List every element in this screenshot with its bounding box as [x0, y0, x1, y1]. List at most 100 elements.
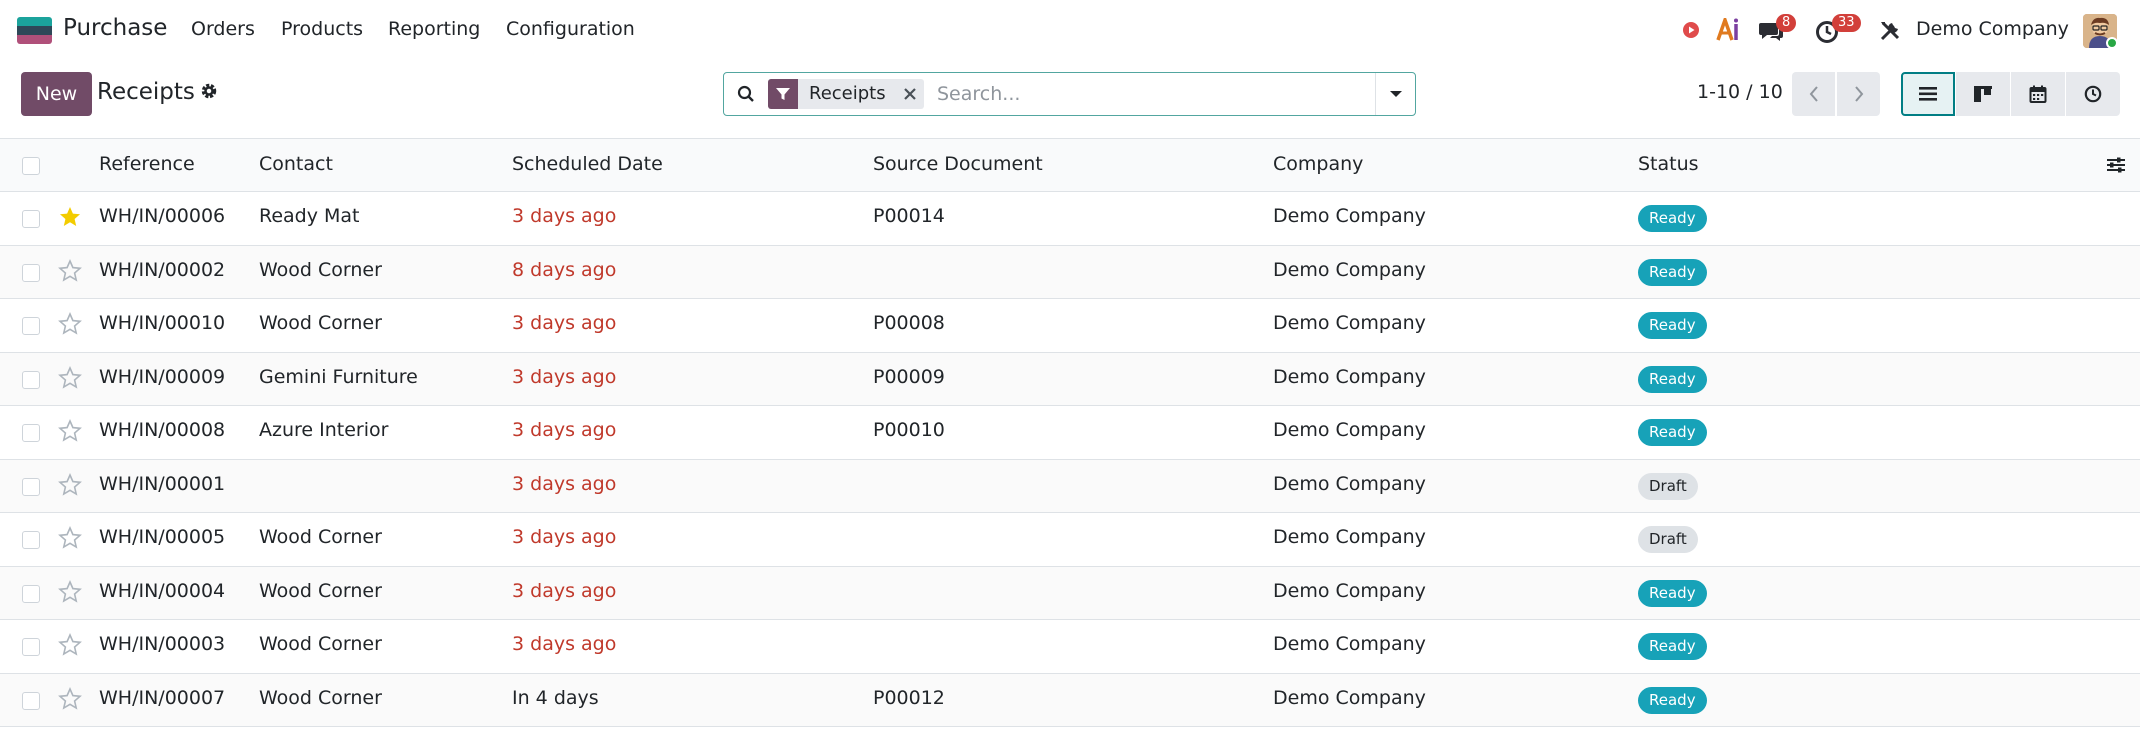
search-options-toggle[interactable]	[1375, 73, 1415, 115]
cell-reference: WH/IN/00009	[99, 365, 226, 388]
status-badge: Ready	[1638, 579, 1707, 607]
tools-icon[interactable]	[1879, 20, 1901, 47]
status-badge: Draft	[1638, 472, 1698, 500]
star-icon[interactable]	[58, 258, 82, 288]
star-icon[interactable]	[58, 579, 82, 609]
table-row[interactable]: WH/IN/00006 Ready Mat 3 days ago P00014 Demo…	[0, 192, 2140, 246]
cell-reference: WH/IN/00001	[99, 472, 226, 495]
column-scheduled-date[interactable]: Scheduled Date	[512, 153, 663, 175]
star-icon[interactable]	[58, 686, 82, 716]
star-filled-icon[interactable]	[58, 205, 82, 234]
row-checkbox[interactable]	[22, 424, 40, 442]
menu-configuration[interactable]: Configuration	[506, 18, 635, 40]
pager-next-button[interactable]	[1837, 72, 1880, 116]
cell-scheduled-date: 3 days ago	[512, 579, 617, 602]
menu-products[interactable]: Products	[281, 18, 363, 40]
table-row[interactable]: WH/IN/00007 Wood Corner In 4 days P00012 Dem…	[0, 673, 2140, 727]
pager-value[interactable]: 1-10 / 10	[1697, 81, 1783, 103]
cell-reference: WH/IN/00002	[99, 258, 226, 281]
gear-icon[interactable]	[200, 82, 218, 105]
cell-scheduled-date: In 4 days	[512, 686, 599, 709]
cell-contact: Gemini Furniture	[259, 365, 418, 388]
cell-source-document: P00012	[873, 686, 945, 709]
activity-view-button[interactable]	[2066, 72, 2120, 116]
table-row[interactable]: WH/IN/00002 Wood Corner 8 days ago Demo Com…	[0, 245, 2140, 299]
cell-contact: Azure Interior	[259, 419, 389, 441]
new-button[interactable]: New	[21, 72, 92, 116]
cell-contact: Wood Corner	[259, 312, 382, 334]
cell-scheduled-date: 3 days ago	[512, 472, 617, 495]
kanban-view-button[interactable]	[1956, 72, 2010, 116]
row-checkbox[interactable]	[22, 584, 40, 603]
menu-reporting[interactable]: Reporting	[388, 18, 480, 40]
table-row[interactable]: WH/IN/00010 Wood Corner 3 days ago P00008 De…	[0, 299, 2140, 353]
table-row[interactable]: WH/IN/00008 Azure Interior 3 days ago P0001…	[0, 406, 2140, 460]
cell-source-document: P00009	[873, 365, 945, 388]
search-input[interactable]	[937, 79, 1337, 109]
table-row[interactable]: WH/IN/00001 3 days ago Demo Company Draft	[0, 459, 2140, 513]
star-icon[interactable]	[58, 365, 82, 395]
facet-label: Receipts	[809, 83, 886, 104]
cell-source-document: P00008	[873, 312, 945, 334]
list-view-button[interactable]	[1901, 72, 1955, 116]
row-checkbox[interactable]	[22, 370, 40, 389]
table-row[interactable]: WH/IN/00005 Wood Corner 3 days ago Demo Com…	[0, 513, 2140, 567]
cell-company: Demo Company	[1273, 579, 1426, 602]
cell-reference: WH/IN/00006	[99, 205, 226, 227]
list-icon	[1919, 87, 1937, 101]
row-checkbox[interactable]	[22, 531, 40, 549]
column-company[interactable]: Company	[1273, 153, 1363, 175]
status-badge: Ready	[1638, 419, 1707, 446]
list-header: Reference Contact Scheduled Date Source …	[0, 138, 2140, 192]
activities-badge: 33	[1832, 14, 1861, 32]
cell-scheduled-date: 3 days ago	[512, 633, 617, 655]
row-checkbox[interactable]	[22, 477, 40, 496]
cell-scheduled-date: 3 days ago	[512, 205, 617, 227]
calendar-view-button[interactable]	[2011, 72, 2065, 116]
cell-source-document: P00010	[873, 419, 945, 441]
cell-company: Demo Company	[1273, 419, 1426, 441]
status-badge: Ready	[1638, 633, 1707, 660]
cell-scheduled-date: 3 days ago	[512, 419, 617, 441]
column-status[interactable]: Status	[1638, 153, 1699, 175]
menu-orders[interactable]: Orders	[191, 18, 255, 40]
row-checkbox[interactable]	[22, 691, 40, 710]
optional-columns-icon[interactable]	[2106, 156, 2126, 179]
app-name[interactable]: Purchase	[63, 15, 167, 41]
status-badge: Draft	[1638, 526, 1698, 553]
search-icon[interactable]	[737, 85, 755, 108]
star-icon[interactable]	[58, 526, 82, 555]
row-checkbox[interactable]	[22, 263, 40, 282]
cell-scheduled-date: 3 days ago	[512, 526, 617, 548]
ai-icon[interactable]	[1716, 14, 1742, 47]
cell-reference: WH/IN/00004	[99, 579, 226, 602]
status-badge: Ready	[1638, 312, 1707, 339]
select-all-checkbox[interactable]	[22, 157, 40, 175]
star-icon[interactable]	[58, 312, 82, 341]
close-icon[interactable]	[896, 79, 924, 109]
column-source-document[interactable]: Source Document	[873, 153, 1043, 175]
star-icon[interactable]	[58, 472, 82, 502]
table-row[interactable]: WH/IN/00004 Wood Corner 3 days ago Demo Com…	[0, 566, 2140, 620]
apps-menu-icon[interactable]	[17, 17, 52, 44]
top-navbar: Purchase Orders Products Reporting Confi…	[0, 0, 2140, 60]
record-icon[interactable]	[1682, 21, 1700, 44]
row-checkbox[interactable]	[22, 317, 40, 335]
star-icon[interactable]	[58, 633, 82, 662]
status-badge: Ready	[1638, 258, 1707, 286]
cell-source-document: P00014	[873, 205, 945, 227]
online-status-dot	[2106, 37, 2118, 49]
table-row[interactable]: WH/IN/00003 Wood Corner 3 days ago Demo Com…	[0, 620, 2140, 674]
table-row[interactable]: WH/IN/00009 Gemini Furniture 3 days ago P00…	[0, 352, 2140, 406]
company-switcher[interactable]: Demo Company	[1916, 18, 2069, 40]
column-reference[interactable]: Reference	[99, 153, 195, 175]
row-checkbox[interactable]	[22, 210, 40, 228]
cell-company: Demo Company	[1273, 526, 1426, 548]
cell-company: Demo Company	[1273, 258, 1426, 281]
pager-previous-button[interactable]	[1792, 72, 1835, 116]
cell-reference: WH/IN/00007	[99, 686, 226, 709]
column-contact[interactable]: Contact	[259, 153, 333, 175]
row-checkbox[interactable]	[22, 638, 40, 656]
status-badge: Ready	[1638, 365, 1707, 393]
star-icon[interactable]	[58, 419, 82, 448]
